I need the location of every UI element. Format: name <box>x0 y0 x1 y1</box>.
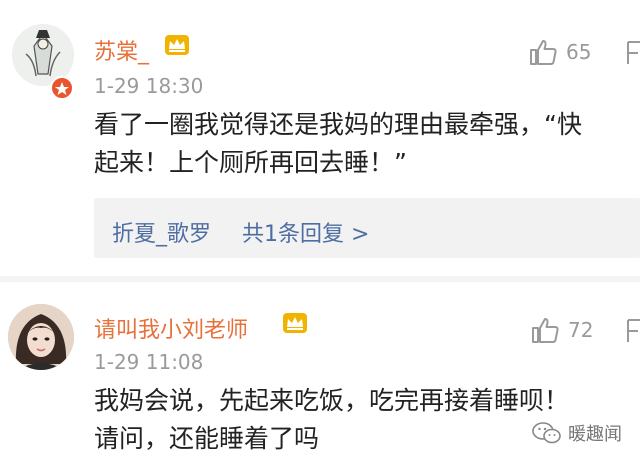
comment-text-line: 我妈会说，先起来吃饭，吃完再接着睡呗！ <box>94 386 570 415</box>
watermark: 暖趣闻 <box>532 420 622 446</box>
comment-username[interactable]: 请叫我小刘老师 <box>94 312 248 344</box>
avatar[interactable] <box>8 304 74 370</box>
comment-time: 1-29 18:30 <box>94 74 204 98</box>
comment-text-line: 起来！上个厕所再回去睡！” <box>94 148 407 177</box>
like-button[interactable]: 65 <box>528 38 591 66</box>
watermark-text: 暖趣闻 <box>568 424 622 445</box>
comment-text-line: 请问，还能睡着了吗 <box>94 424 320 453</box>
comment-text: 我妈会说，先起来吃饭，吃完再接着睡呗！ 请问，还能睡着了吗 <box>94 382 569 458</box>
thumbs-up-icon <box>532 318 559 343</box>
more-options-icon[interactable] <box>626 40 640 66</box>
like-count: 65 <box>566 40 592 64</box>
vip-crown-icon <box>282 312 308 334</box>
comment-text: 看了一圈我觉得还是我妈的理由最牵强，“快 起来！上个厕所再回去睡！” <box>94 106 582 182</box>
reply-count-link[interactable]: 共1条回复 > <box>242 216 369 248</box>
comment-text-line: 看了一圈我觉得还是我妈的理由最牵强，“快 <box>94 110 582 139</box>
comment-username[interactable]: 苏棠_ <box>94 34 149 66</box>
like-count: 72 <box>568 318 594 342</box>
comment-item: 请叫我小刘老师 1-29 11:08 72 我妈会说，先起来吃饭，吃完再接着睡呗… <box>0 282 640 461</box>
comment-time: 1-29 11:08 <box>94 350 204 374</box>
wechat-icon <box>532 422 561 444</box>
comment-item: 苏棠_ 1-29 18:30 65 看了一圈我觉得还是我妈的理由最牵强，“快 起… <box>0 0 640 270</box>
reply-user-link[interactable]: 折夏_歌罗 <box>112 216 211 248</box>
vip-crown-icon <box>164 34 190 56</box>
verified-badge-icon <box>50 76 74 100</box>
more-options-icon[interactable] <box>626 318 640 344</box>
like-button[interactable]: 72 <box>530 316 593 344</box>
thumbs-up-icon <box>530 40 557 65</box>
reply-preview[interactable]: 折夏_歌罗 共1条回复 > <box>94 198 640 258</box>
